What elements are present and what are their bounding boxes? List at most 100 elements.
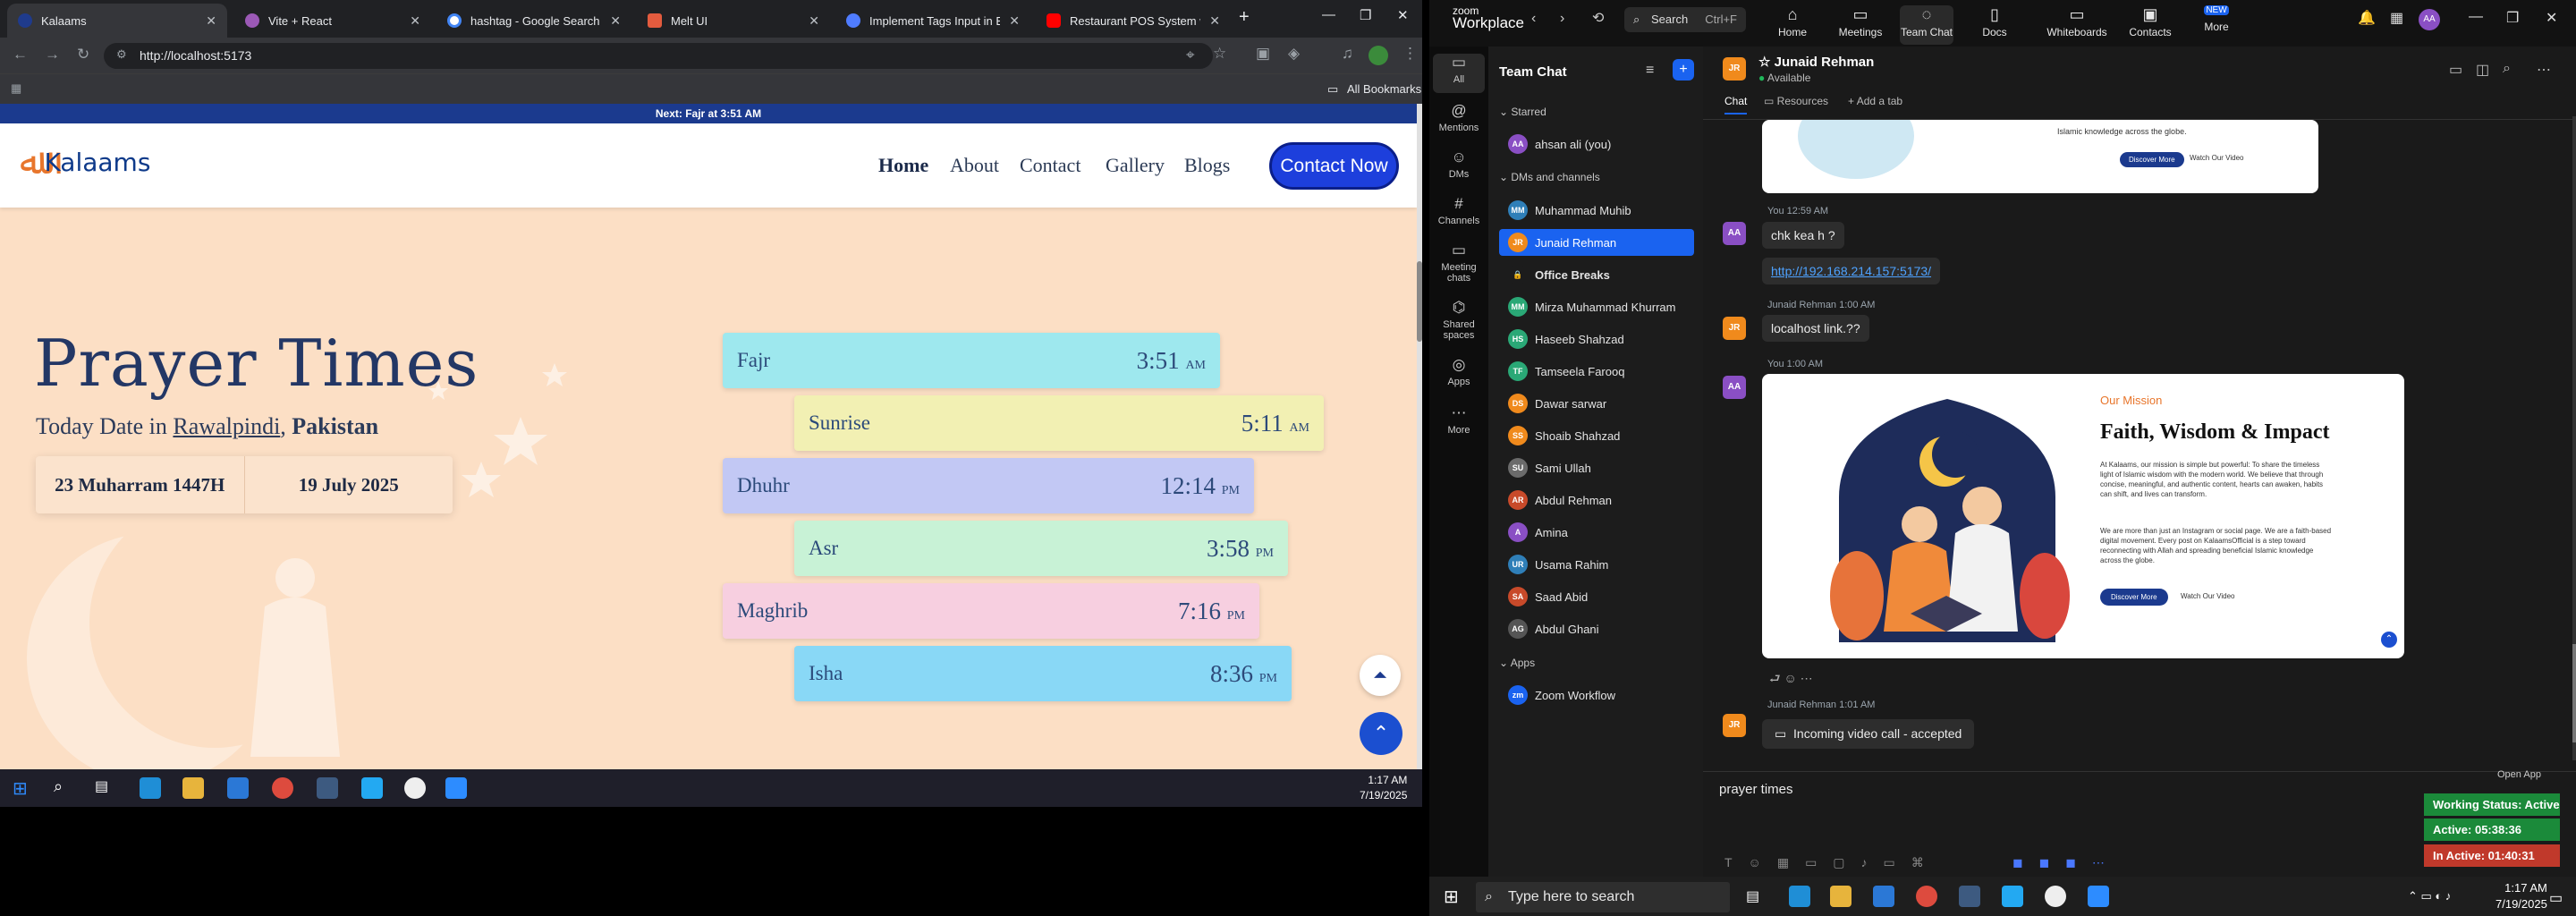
nav-contact[interactable]: Contact [1020,154,1080,177]
section-dms-channels[interactable]: ⌄ DMs and channels [1499,171,1600,183]
compose-app-icons[interactable]: ◼◼◼⋯ [2012,855,2121,870]
chat-item[interactable]: DS Dawar sarwar [1499,390,1694,417]
chat-avatar[interactable]: JR [1723,57,1746,81]
video-icon[interactable]: ▭ [2449,61,2462,79]
filter-icon[interactable]: ≡ [1646,63,1654,79]
channel-item[interactable]: 🔒 Office Breaks [1499,261,1694,288]
back-icon[interactable]: ← [13,46,28,64]
close-tab-icon[interactable]: ✕ [206,13,216,29]
forward-icon[interactable]: → [45,46,60,64]
notifications-icon[interactable]: ▭ [2549,889,2563,907]
chat-item[interactable]: UR Usama Rahim [1499,551,1694,578]
call-status-bubble[interactable]: ▭ Incoming video call - accepted [1762,719,1975,749]
calendar-icon[interactable]: ▦ [2390,9,2403,27]
site-info-icon[interactable]: ⚙ [116,47,127,62]
app-taskbar-icon[interactable] [1959,886,1980,907]
profile-avatar[interactable] [1368,46,1388,65]
store-icon[interactable] [227,777,249,799]
windows-start-icon[interactable]: ⊞ [13,777,34,799]
kalaams-logo[interactable]: ﷲ Kalaams [20,141,150,182]
tab-chat[interactable]: Chat [1724,95,1748,114]
all-bookmarks-label[interactable]: All Bookmarks [1347,82,1421,96]
zoom-tab-meetings[interactable]: ▭ Meetings [1834,5,1887,38]
chat-contact-name[interactable]: ☆ Junaid Rehman [1758,54,1874,70]
app-item-zoom-workflow[interactable]: zm Zoom Workflow [1499,682,1694,708]
new-chat-icon[interactable]: + [1673,59,1694,81]
message-bubble[interactable]: localhost link.?? [1762,315,1869,342]
message-link[interactable]: http://192.168.214.157:5173/ [1762,258,1941,284]
search-icon[interactable]: ⌕ [2503,61,2511,77]
chat-scrollbar[interactable] [2572,116,2576,760]
open-app-link[interactable]: Open App [2497,769,2541,780]
huddle-icon[interactable]: ◫ [2476,61,2489,79]
media-icon[interactable]: ♫ [1342,45,1353,63]
minimize-icon[interactable]: — [1322,7,1335,22]
more-options-icon[interactable]: ⋯ [2537,61,2551,79]
maximize-icon[interactable]: ❐ [2506,9,2519,27]
github-desktop-icon[interactable] [2045,886,2066,907]
edge-icon[interactable] [140,777,161,799]
tab-add[interactable]: + Add a tab [1848,95,1902,107]
chat-item[interactable]: MM Mirza Muhammad Khurram [1499,293,1694,320]
browser-tab-youtube[interactable]: Restaurant POS System with ✕ [1036,4,1231,38]
extension-icon[interactable]: ▣ [1256,45,1270,63]
minimize-icon[interactable]: — [2469,9,2483,25]
close-tab-icon[interactable]: ✕ [610,13,621,29]
shared-image-mission[interactable]: Our Mission Faith, Wisdom & Impact At Ka… [1762,374,2404,658]
city-link[interactable]: Rawalpindi [173,413,280,439]
tab-resources[interactable]: ▭ Resources [1764,95,1828,107]
rail-all[interactable]: ▭ All [1433,54,1485,93]
zoom-tab-whiteboards[interactable]: ▭ Whiteboards [2045,5,2109,38]
close-window-icon[interactable]: ✕ [2546,9,2557,27]
section-apps[interactable]: ⌄ Apps [1499,657,1535,669]
windows-start-icon[interactable]: ⊞ [1444,886,1459,908]
apps-grid-icon[interactable]: ▦ [11,81,21,96]
address-bar[interactable]: http://localhost:5173 [104,43,1213,69]
rail-meeting-chats[interactable]: ▭ Meeting chats [1429,242,1488,284]
file-explorer-icon[interactable] [1830,886,1852,907]
new-tab-icon[interactable]: + [1239,7,1250,28]
close-window-icon[interactable]: ✕ [1397,7,1409,23]
rail-mentions[interactable]: @ Mentions [1429,102,1488,133]
browser-tab-kalaams[interactable]: Kalaams ✕ [7,4,227,38]
contact-now-button[interactable]: Contact Now [1269,142,1399,190]
user-avatar[interactable]: AA [2419,9,2440,30]
zoom-taskbar-icon[interactable] [445,777,467,799]
rail-shared-spaces[interactable]: ⌬ Shared spaces [1429,299,1488,341]
taskbar-search[interactable]: ⌕ Type here to search [1476,882,1730,912]
close-tab-icon[interactable]: ✕ [410,13,420,29]
close-tab-icon[interactable]: ✕ [1209,13,1220,29]
chat-item[interactable]: AG Abdul Ghani [1499,615,1694,642]
maximize-icon[interactable]: ❐ [1360,7,1371,23]
avatar[interactable]: AA [1723,222,1746,245]
notification-bell-icon[interactable]: 🔔 [2358,9,2376,27]
zoom-search-input[interactable]: ⌕ Search Ctrl+F [1624,7,1746,32]
task-view-icon[interactable]: ▤ [1746,887,1759,905]
chat-item[interactable]: MM Muhammad Muhib [1499,197,1694,224]
zoom-tab-more[interactable]: NEW More [2190,5,2243,33]
history-icon[interactable]: ⟲ [1592,9,1604,27]
zoom-tab-contacts[interactable]: ▣ Contacts [2123,5,2177,38]
forward-icon[interactable]: › [1560,11,1564,27]
avatar[interactable]: JR [1723,317,1746,340]
shared-image-top[interactable]: Islamic knowledge across the globe. Disc… [1762,120,2318,193]
search-icon[interactable]: ⌕ [54,777,75,799]
edge-icon[interactable] [1789,886,1810,907]
message-input[interactable]: prayer times [1719,782,1793,797]
close-tab-icon[interactable]: ✕ [1009,13,1020,29]
chat-item-selected[interactable]: JR Junaid Rehman [1499,229,1694,256]
location-icon[interactable]: ⌖ [1186,47,1195,64]
github-desktop-icon[interactable] [404,777,426,799]
close-tab-icon[interactable]: ✕ [809,13,819,29]
rail-channels[interactable]: # Channels [1429,195,1488,226]
section-starred[interactable]: ⌄ Starred [1499,106,1546,118]
vscode-icon[interactable] [361,777,383,799]
chat-item[interactable]: HS Haseeb Shahzad [1499,326,1694,352]
chat-item[interactable]: TF Tamseela Farooq [1499,358,1694,385]
team-chat-title[interactable]: Team Chat [1499,64,1567,80]
nav-gallery[interactable]: Gallery [1106,154,1165,177]
zoom-taskbar-icon[interactable] [2088,886,2109,907]
task-view-icon[interactable]: ▤ [95,777,116,799]
reply-icon[interactable]: ⮐ ☺ ⋯ [1769,669,1813,691]
file-explorer-icon[interactable] [182,777,204,799]
